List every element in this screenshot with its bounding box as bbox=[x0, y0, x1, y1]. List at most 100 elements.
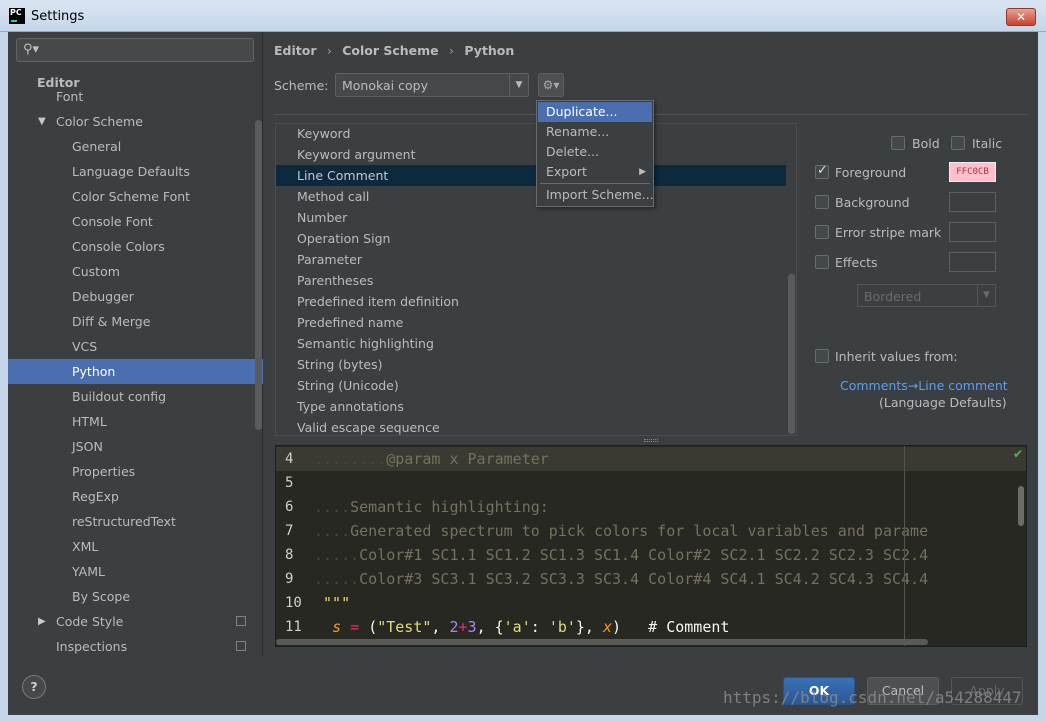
scheme-label: Scheme: bbox=[274, 78, 329, 93]
background-label: Background bbox=[835, 195, 910, 210]
sidebar-item[interactable]: General bbox=[8, 134, 263, 159]
element-list-item[interactable]: Semantic highlighting bbox=[276, 333, 786, 354]
element-list-item[interactable]: Line Comment bbox=[276, 165, 786, 186]
sidebar-item[interactable]: By Scope bbox=[8, 584, 263, 609]
scheme-select[interactable]: Monokai copy ▼ bbox=[335, 73, 529, 97]
sidebar-item[interactable]: Properties bbox=[8, 459, 263, 484]
menu-item-delete[interactable]: Delete... bbox=[538, 142, 652, 162]
sidebar-item[interactable]: HTML bbox=[8, 409, 263, 434]
menu-item-import-scheme[interactable]: Import Scheme... bbox=[538, 185, 654, 205]
element-list-item[interactable]: Keyword bbox=[276, 124, 786, 144]
sidebar-item-label: XML bbox=[72, 539, 99, 554]
sidebar-item[interactable]: Custom bbox=[8, 259, 263, 284]
project-scope-icon bbox=[236, 641, 246, 651]
submenu-arrow-icon: ▶ bbox=[639, 167, 646, 177]
sidebar-scrollbar[interactable] bbox=[255, 120, 262, 430]
preview-vertical-scrollbar[interactable] bbox=[1018, 486, 1024, 526]
line-number: 11 bbox=[285, 619, 302, 635]
gear-icon: ⚙▾ bbox=[542, 78, 560, 92]
sidebar-item[interactable]: Diff & Merge bbox=[8, 309, 263, 334]
sidebar-item[interactable]: XML bbox=[8, 534, 263, 559]
sidebar-item[interactable]: Font bbox=[8, 84, 263, 109]
sidebar-item[interactable]: JSON bbox=[8, 434, 263, 459]
error-stripe-checkbox[interactable] bbox=[815, 225, 829, 239]
element-list-item[interactable]: Number bbox=[276, 207, 786, 228]
sidebar-item[interactable]: RegExp bbox=[8, 484, 263, 509]
element-list-scrollbar[interactable] bbox=[788, 274, 795, 434]
code-line: 4 ........@param x Parameter bbox=[276, 447, 1026, 471]
element-list-item[interactable]: Keyword argument bbox=[276, 144, 786, 165]
element-list-item[interactable]: Predefined name bbox=[276, 312, 786, 333]
chevron-down-icon[interactable]: ▼ bbox=[38, 109, 46, 134]
sidebar-item-label: Diff & Merge bbox=[72, 314, 151, 329]
inherit-link[interactable]: Comments→Line comment bbox=[840, 378, 1008, 393]
effects-color-swatch[interactable] bbox=[949, 252, 996, 272]
foreground-color-swatch[interactable]: FFC0CB bbox=[949, 162, 996, 182]
element-list-item[interactable]: Type annotations bbox=[276, 396, 786, 417]
scheme-gear-button[interactable]: ⚙▾ bbox=[538, 73, 564, 97]
sidebar-item[interactable]: YAML bbox=[8, 559, 263, 584]
sidebar-item-label: YAML bbox=[72, 564, 105, 579]
window-title: Settings bbox=[31, 9, 85, 24]
effects-label: Effects bbox=[835, 255, 878, 270]
element-list-item[interactable]: Valid escape sequence bbox=[276, 417, 786, 435]
element-list-item[interactable]: String (Unicode) bbox=[276, 375, 786, 396]
bold-checkbox[interactable] bbox=[891, 136, 905, 150]
element-list-item[interactable]: Operation Sign bbox=[276, 228, 786, 249]
error-stripe-color-swatch[interactable] bbox=[949, 222, 996, 242]
element-list-item[interactable]: String (bytes) bbox=[276, 354, 786, 375]
effects-checkbox[interactable] bbox=[815, 255, 829, 269]
scheme-select-value: Monokai copy bbox=[342, 78, 428, 93]
sidebar-item-label: Font bbox=[56, 89, 84, 104]
code-line: 10 """ bbox=[276, 591, 1026, 615]
sidebar-item-label: Inspections bbox=[56, 639, 128, 654]
code-line: 11 s = ("Test", 2+3, {'a': 'b'}, x) # Co… bbox=[276, 615, 1026, 639]
sidebar-item[interactable]: Console Colors bbox=[8, 234, 263, 259]
chevron-down-icon: ▼ bbox=[977, 285, 995, 306]
inherit-checkbox[interactable] bbox=[815, 349, 829, 363]
code-preview[interactable]: 11 s = ("Test", 2+3, {'a': 'b'}, x) # Co… bbox=[275, 445, 1027, 647]
chevron-right-icon[interactable]: ▶ bbox=[38, 609, 46, 634]
settings-search-input[interactable]: ⚲▾ bbox=[16, 38, 254, 62]
inherit-source-label: (Language Defaults) bbox=[879, 395, 1007, 410]
foreground-checkbox[interactable] bbox=[815, 163, 829, 179]
element-list-item[interactable]: Parameter bbox=[276, 249, 786, 270]
menu-item-rename[interactable]: Rename... bbox=[538, 122, 652, 142]
code-text: .....Color#3 SC3.1 SC3.2 SC3.3 SC3.4 Col… bbox=[314, 570, 929, 588]
sidebar-item[interactable]: VCS bbox=[8, 334, 263, 359]
sidebar-item[interactable]: Inspections bbox=[8, 634, 263, 659]
element-list-item[interactable]: Predefined item definition bbox=[276, 291, 786, 312]
sidebar-item[interactable]: Color Scheme Font bbox=[8, 184, 263, 209]
sidebar-item-label: VCS bbox=[72, 339, 98, 354]
chevron-right-icon: › bbox=[326, 43, 332, 58]
sidebar-item-label: Console Font bbox=[72, 214, 153, 229]
splitter-handle[interactable] bbox=[644, 439, 658, 442]
sidebar-item[interactable]: Debugger bbox=[8, 284, 263, 309]
check-icon: ✔ bbox=[1013, 447, 1024, 461]
effects-style-select[interactable]: Bordered ▼ bbox=[857, 284, 996, 307]
sidebar-item[interactable]: reStructuredText bbox=[8, 509, 263, 534]
menu-item-export[interactable]: Export ▶ bbox=[538, 162, 652, 182]
background-color-swatch[interactable] bbox=[949, 192, 996, 212]
foreground-label: Foreground bbox=[835, 165, 907, 180]
search-icon: ⚲▾ bbox=[23, 42, 40, 57]
element-list-item[interactable]: Parentheses bbox=[276, 270, 786, 291]
sidebar-item-label: Debugger bbox=[72, 289, 134, 304]
sidebar-item[interactable]: Buildout config bbox=[8, 384, 263, 409]
help-button[interactable]: ? bbox=[22, 675, 46, 699]
preview-horizontal-scrollbar[interactable] bbox=[276, 639, 928, 645]
sidebar-item[interactable]: Console Font bbox=[8, 209, 263, 234]
sidebar-item[interactable]: ▶ Code Style bbox=[8, 609, 263, 634]
close-window-button[interactable]: ✕ bbox=[1006, 8, 1036, 26]
menu-item-duplicate[interactable]: Duplicate... bbox=[538, 102, 652, 122]
sidebar-item-label: JSON bbox=[72, 439, 103, 454]
sidebar-item[interactable]: Language Defaults bbox=[8, 159, 263, 184]
sidebar-item[interactable]: ▼ Color Scheme bbox=[8, 109, 263, 134]
element-list-item[interactable]: Method call bbox=[276, 186, 786, 207]
background-checkbox[interactable] bbox=[815, 195, 829, 209]
code-line: 8 .....Color#1 SC1.1 SC1.2 SC1.3 SC1.4 Co… bbox=[276, 543, 1026, 567]
sidebar-item[interactable]: Python bbox=[8, 359, 263, 384]
italic-checkbox[interactable] bbox=[951, 136, 965, 150]
sidebar-item-label: RegExp bbox=[72, 489, 119, 504]
breadcrumb-item: Python bbox=[464, 43, 515, 58]
